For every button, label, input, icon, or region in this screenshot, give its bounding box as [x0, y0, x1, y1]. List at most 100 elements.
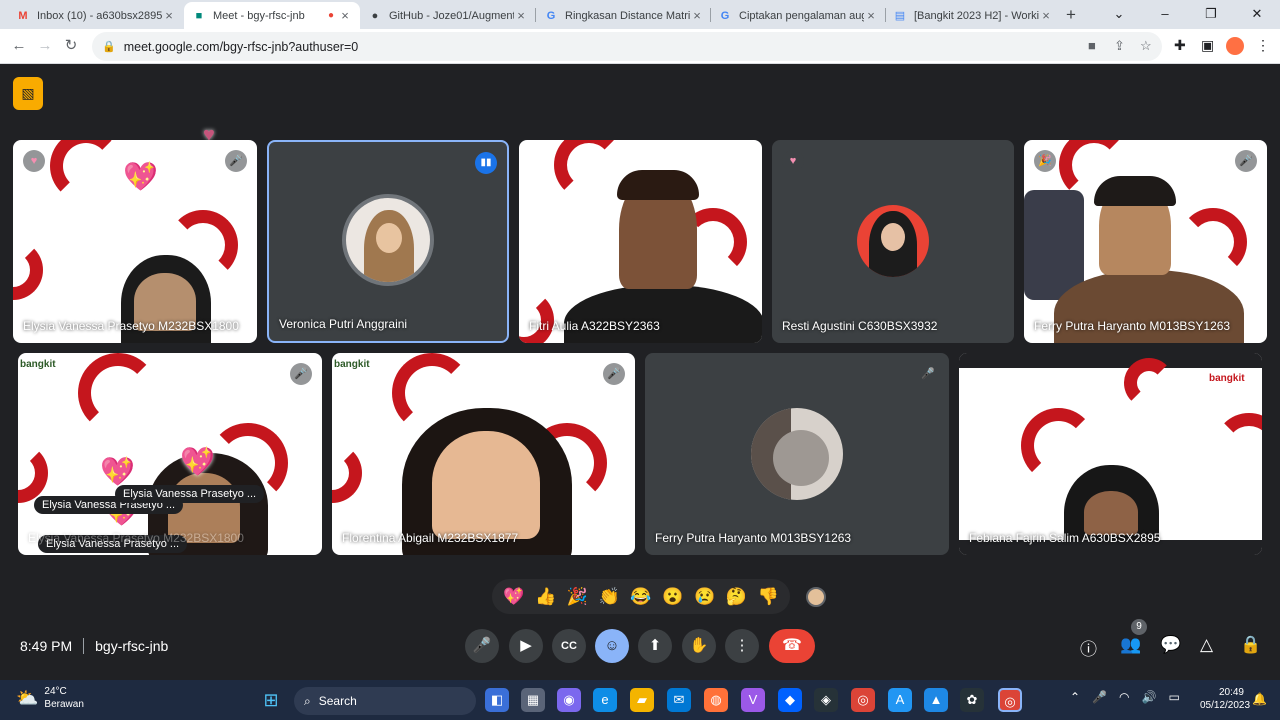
people-icon[interactable]: 👥	[1120, 635, 1141, 655]
app-icon[interactable]: ◈	[814, 688, 838, 712]
participant-tile[interactable]: bangkit Febiana Fajrin Salim A630BSX2895	[959, 353, 1262, 555]
wifi-icon[interactable]: ◠	[1119, 690, 1129, 704]
meeting-details-icon[interactable]: ⓘ	[1080, 635, 1097, 660]
close-tab-icon[interactable]: ×	[690, 8, 704, 23]
meet-icon: ■	[195, 9, 203, 22]
battery-icon[interactable]: ▭	[1168, 690, 1179, 704]
host-controls-icon[interactable]: 🔒	[1240, 635, 1261, 655]
tab-bangkit-doc[interactable]: ▤ [Bangkit 2023 H2] - Worki... ×	[885, 2, 1061, 29]
new-tab-button[interactable]: +	[1066, 5, 1076, 25]
reaction-surprised-button[interactable]: 😮	[657, 587, 689, 607]
reaction-thumbs-up-button[interactable]: 👍	[530, 587, 562, 607]
site-info-icon[interactable]: 🔒	[102, 40, 116, 53]
activities-icon[interactable]: △	[1200, 635, 1213, 655]
background-logo-shape	[332, 443, 362, 503]
widgets-icon[interactable]: ▦	[521, 688, 545, 712]
captions-button[interactable]: CC	[552, 629, 586, 663]
reaction-party-button[interactable]: 🎉	[562, 587, 594, 607]
file-explorer-icon[interactable]: ▰	[630, 688, 654, 712]
extensions-icon[interactable]: ✚	[1174, 37, 1186, 54]
raise-hand-button[interactable]: ✋	[682, 629, 716, 663]
close-window-button[interactable]: ✕	[1234, 0, 1280, 29]
edge-icon[interactable]: e	[593, 688, 617, 712]
leave-call-button[interactable]: ☎	[769, 629, 815, 663]
background-logo-shape	[18, 443, 48, 503]
skin-tone-picker[interactable]	[806, 587, 826, 607]
maximize-button[interactable]: ❐	[1188, 0, 1234, 29]
mic-off-icon: 🎤	[225, 150, 247, 172]
task-view-icon[interactable]: ◧	[485, 688, 509, 712]
back-icon[interactable]: ←	[8, 35, 30, 57]
menu-kebab-icon[interactable]: ⋮	[1256, 37, 1270, 54]
tab-search-icon[interactable]: ⌄	[1096, 0, 1142, 29]
tab-ciptakan[interactable]: G Ciptakan pengalaman aug... ×	[710, 2, 886, 29]
chat-icon[interactable]: 💬	[1160, 635, 1181, 655]
android-studio-icon[interactable]: A	[888, 688, 912, 712]
participant-tile[interactable]: 🎤 Ferry Putra Haryanto M013BSY1263	[645, 353, 949, 555]
chrome-active-icon[interactable]: ◎	[998, 688, 1022, 712]
notification-bell-icon[interactable]: 🔔	[1252, 692, 1267, 706]
firefox-icon[interactable]: ◍	[704, 688, 728, 712]
tab-meet[interactable]: ■ Meet - bgy-rfsc-jnb ● ×	[184, 2, 360, 29]
reactions-button[interactable]: ☺	[595, 629, 629, 663]
forward-icon[interactable]: →	[34, 35, 56, 57]
participant-avatar	[342, 194, 434, 286]
taskbar-clock[interactable]: 20:49 05/12/2023	[1200, 686, 1251, 712]
profile-avatar[interactable]	[1226, 37, 1244, 55]
present-button[interactable]: ⬆	[638, 629, 672, 663]
tab-distance-matrix[interactable]: G Ringkasan Distance Matrix ... ×	[536, 2, 712, 29]
camera-button[interactable]: ▶	[509, 629, 543, 663]
captions-off-chip[interactable]: ▧	[13, 77, 43, 110]
reaction-heart-button[interactable]: 💖	[498, 587, 530, 607]
more-options-button[interactable]: ⋮	[725, 629, 759, 663]
close-tab-icon[interactable]: ×	[338, 8, 352, 23]
reaction-laugh-button[interactable]: 😂	[625, 587, 657, 607]
chrome-icon[interactable]: ◎	[851, 688, 875, 712]
participant-tile[interactable]: ♥ Resti Agustini C630BSX3932	[772, 140, 1014, 343]
github-icon: ●	[371, 9, 379, 22]
share-icon[interactable]: ⇪	[1114, 38, 1125, 54]
tab-inbox[interactable]: M Inbox (10) - a630bsx2895@... ×	[8, 2, 184, 29]
search-label: Search	[318, 694, 357, 708]
bookmark-star-icon[interactable]: ☆	[1140, 38, 1152, 54]
taskbar-search[interactable]: ⌕ Search	[294, 687, 476, 715]
minimize-button[interactable]: –	[1142, 0, 1188, 29]
participant-tile[interactable]: bangkit 💖 💖 💖 Elysia Vanessa Prasetyo ..…	[18, 353, 322, 555]
microphone-tray-icon[interactable]: 🎤	[1092, 690, 1107, 704]
mail-icon[interactable]: ✉	[667, 688, 691, 712]
chevron-up-icon[interactable]: ⌃	[1070, 690, 1080, 704]
volume-icon[interactable]: 🔊	[1142, 690, 1157, 704]
figma-icon[interactable]: ✿	[960, 688, 984, 712]
clock-date: 05/12/2023	[1200, 700, 1251, 711]
reload-icon[interactable]: ↻	[60, 35, 82, 57]
mic-off-icon: 🎤	[921, 368, 935, 380]
microphone-button[interactable]: 🎤	[465, 629, 499, 663]
participant-tile[interactable]: Fitri Aulia A322BSY2363	[519, 140, 762, 343]
reaction-thumbs-down-button[interactable]: 👎	[752, 587, 784, 607]
weather-widget[interactable]: ⛅ 24°C Berawan	[16, 685, 84, 711]
participant-tile[interactable]: 🎉 🎤 Ferry Putra Haryanto M013BSY1263	[1024, 140, 1267, 343]
participant-tile[interactable]: bangkit 🎤 Florentina Abigail M232BSX1877	[332, 353, 635, 555]
participant-tile[interactable]: ▮▮ Veronica Putri Anggraini	[267, 140, 509, 343]
camera-in-use-icon[interactable]: ■	[1088, 38, 1096, 53]
reaction-sad-button[interactable]: 😢	[689, 587, 721, 607]
reaction-thinking-button[interactable]: 🤔	[720, 587, 752, 607]
vivaldi-icon[interactable]: V	[741, 688, 765, 712]
photos-icon[interactable]: ▲	[924, 688, 948, 712]
participant-avatar	[857, 205, 929, 277]
participant-body	[564, 285, 762, 343]
teams-chat-icon[interactable]: ◉	[557, 688, 581, 712]
system-tray: ⌃ 🎤 ◠ 🔊 ▭	[1070, 690, 1180, 704]
side-panel-icon[interactable]: ▣	[1201, 37, 1214, 54]
close-tab-icon[interactable]: ×	[864, 8, 878, 23]
start-button[interactable]: ⊞	[259, 688, 283, 712]
participant-tile[interactable]: 💖 ♥ 🎤 Elysia Vanessa Prasetyo M232BSX180…	[13, 140, 257, 343]
tab-github[interactable]: ● GitHub - Joze01/Augment... ×	[360, 2, 536, 29]
address-bar[interactable]: 🔒 meet.google.com/bgy-rfsc-jnb?authuser=…	[92, 32, 1162, 61]
close-tab-icon[interactable]: ×	[514, 8, 528, 23]
dropbox-icon[interactable]: ◆	[778, 688, 802, 712]
close-tab-icon[interactable]: ×	[1039, 8, 1053, 23]
close-tab-icon[interactable]: ×	[162, 8, 176, 23]
tab-title: GitHub - Joze01/Augment...	[389, 9, 514, 22]
reaction-clap-button[interactable]: 👏	[593, 587, 625, 607]
